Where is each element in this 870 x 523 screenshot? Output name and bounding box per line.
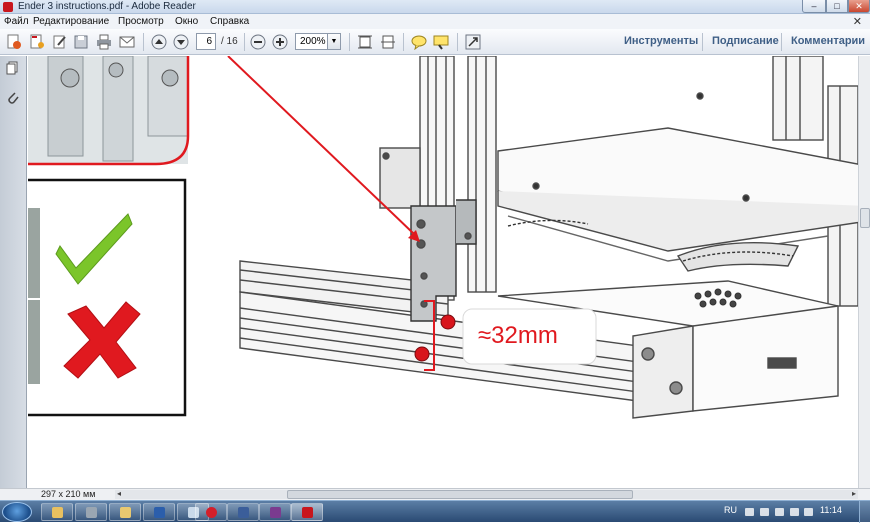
scroll-left-icon[interactable]: ◂ bbox=[117, 489, 121, 498]
zoom-level-input[interactable]: 200% bbox=[295, 33, 328, 50]
recycle-bin-icon bbox=[86, 507, 97, 518]
taskbar-app-bin[interactable] bbox=[75, 503, 107, 521]
close-button[interactable]: ✕ bbox=[848, 0, 870, 13]
navigation-pane bbox=[0, 56, 27, 488]
status-bar: 297 x 210 мм ◂ ▸ bbox=[0, 488, 870, 500]
zoom-out-icon[interactable] bbox=[250, 34, 266, 50]
network-icon[interactable] bbox=[775, 508, 784, 516]
fit-width-icon[interactable] bbox=[380, 34, 396, 50]
taskbar-app-opera[interactable] bbox=[195, 503, 227, 521]
tray-up-arrow-icon[interactable] bbox=[745, 508, 754, 516]
menu-window[interactable]: Окно bbox=[175, 16, 198, 27]
open-file-icon[interactable] bbox=[29, 34, 45, 50]
attachments-icon[interactable] bbox=[6, 90, 20, 104]
adobe-reader-icon bbox=[302, 507, 313, 518]
minimize-button[interactable]: – bbox=[802, 0, 826, 13]
highlight-icon[interactable] bbox=[433, 34, 449, 50]
toolbar-separator bbox=[781, 33, 782, 51]
books-icon bbox=[270, 507, 281, 518]
toolbar-separator bbox=[457, 33, 458, 51]
page-total: / 16 bbox=[221, 36, 238, 47]
word-icon bbox=[154, 507, 165, 518]
adobe-reader-icon bbox=[3, 2, 13, 12]
toolbar-separator bbox=[143, 33, 144, 51]
zoom-in-icon[interactable] bbox=[272, 34, 288, 50]
fit-page-icon[interactable] bbox=[357, 34, 373, 50]
toolbar-separator bbox=[702, 33, 703, 51]
menu-help[interactable]: Справка bbox=[210, 16, 249, 27]
taskbar-app-adobe-reader[interactable] bbox=[291, 503, 323, 521]
pages-thumbnail-icon[interactable] bbox=[6, 61, 20, 75]
horizontal-scroll-thumb[interactable] bbox=[287, 490, 633, 499]
toolbar-separator bbox=[403, 33, 404, 51]
start-button[interactable] bbox=[2, 502, 32, 522]
toolbar: 6 / 16 200% ▼ Инструменты Подписание Ком… bbox=[0, 29, 870, 55]
previous-page-icon[interactable] bbox=[151, 34, 167, 50]
menu-edit[interactable]: Редактирование bbox=[33, 16, 109, 27]
dimension-label: ≈32mm bbox=[478, 322, 558, 349]
print-icon[interactable] bbox=[96, 34, 112, 50]
taskbar-app-save[interactable] bbox=[227, 503, 259, 521]
email-icon[interactable] bbox=[119, 34, 135, 50]
assembly-illustration: ≈32mm bbox=[28, 56, 858, 419]
save-icon[interactable] bbox=[73, 34, 89, 50]
floppy-icon bbox=[238, 507, 249, 518]
vertical-scroll-thumb[interactable] bbox=[860, 208, 870, 228]
tray-flag-icon[interactable] bbox=[760, 508, 769, 516]
page-number-input[interactable]: 6 bbox=[196, 33, 216, 50]
power-icon[interactable] bbox=[804, 508, 813, 516]
create-pdf-icon[interactable] bbox=[6, 34, 22, 50]
detail-inset bbox=[28, 56, 190, 166]
menu-bar: Файл Редактирование Просмотр Окно Справк… bbox=[0, 14, 870, 29]
taskbar-app-winrar[interactable] bbox=[259, 503, 291, 521]
close-document-icon[interactable]: ✕ bbox=[853, 15, 862, 28]
page-size: 297 x 210 мм bbox=[41, 489, 96, 499]
scroll-right-icon[interactable]: ▸ bbox=[852, 489, 856, 498]
maximize-button[interactable]: □ bbox=[826, 0, 848, 13]
taskbar-app-pencil[interactable] bbox=[41, 503, 73, 521]
tools-link[interactable]: Инструменты bbox=[624, 35, 698, 47]
document-page[interactable]: ≈32mm bbox=[28, 56, 858, 488]
language-indicator[interactable]: RU bbox=[724, 505, 737, 515]
next-page-icon[interactable] bbox=[173, 34, 189, 50]
taskbar-app-word[interactable] bbox=[143, 503, 175, 521]
edit-file-icon[interactable] bbox=[52, 34, 68, 50]
taskbar: RU 11:14 bbox=[0, 500, 870, 523]
folder-icon bbox=[120, 507, 131, 518]
clock[interactable]: 11:14 bbox=[820, 505, 842, 515]
window-title: Ender 3 instructions.pdf - Adobe Reader bbox=[18, 1, 196, 12]
comments-link[interactable]: Комментарии bbox=[791, 35, 865, 47]
title-bar: Ender 3 instructions.pdf - Adobe Reader … bbox=[0, 0, 870, 14]
toolbar-separator bbox=[244, 33, 245, 51]
toolbar-separator bbox=[349, 33, 350, 51]
horizontal-scrollbar[interactable]: ◂ ▸ bbox=[115, 489, 858, 499]
vertical-scrollbar[interactable] bbox=[858, 56, 870, 488]
zoom-dropdown-icon[interactable]: ▼ bbox=[328, 33, 341, 50]
menu-file[interactable]: Файл bbox=[4, 16, 29, 27]
pencil-icon bbox=[52, 507, 63, 518]
show-desktop-button[interactable] bbox=[859, 501, 870, 523]
comment-icon[interactable] bbox=[411, 34, 427, 50]
sign-link[interactable]: Подписание bbox=[712, 35, 779, 47]
opera-icon bbox=[206, 507, 217, 518]
taskbar-app-explorer[interactable] bbox=[109, 503, 141, 521]
menu-view[interactable]: Просмотр bbox=[118, 16, 164, 27]
volume-icon[interactable] bbox=[790, 508, 799, 516]
fullscreen-icon[interactable] bbox=[465, 34, 481, 50]
correct-wrong-panel bbox=[28, 178, 187, 417]
